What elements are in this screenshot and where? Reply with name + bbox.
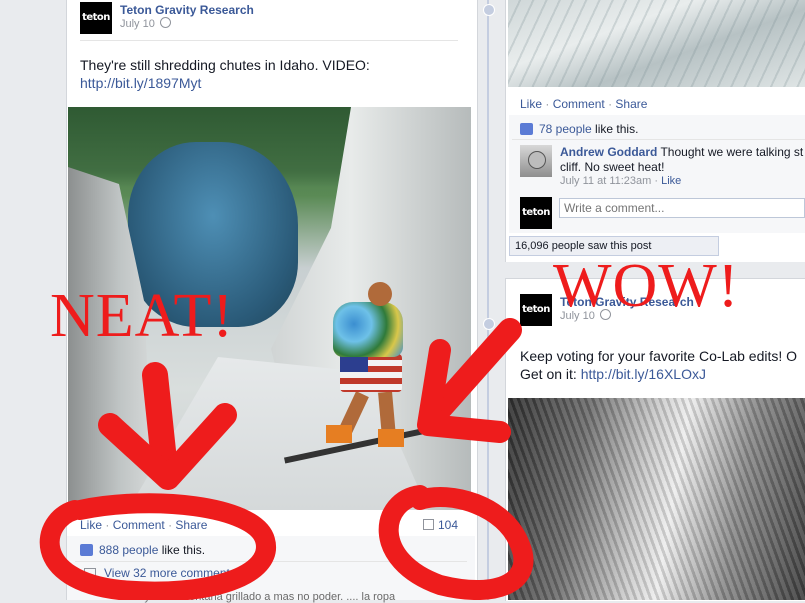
separator-dot: · [545,97,550,111]
post-text-line: Keep voting for your favorite Co-Lab edi… [520,348,798,364]
post-link[interactable]: http://bit.ly/16XLOxJ [581,366,706,382]
comment-button[interactable]: Comment [113,518,165,532]
commenter-avatar[interactable] [520,145,552,177]
like-button[interactable]: Like [520,97,542,111]
photo-skier-shirt [333,302,403,357]
ufi-divider [512,139,805,140]
timeline-dot [483,318,495,330]
comment-body: Andrew Goddard Thought we were talking s… [560,145,805,175]
comment-like-link[interactable]: Like [661,175,681,187]
comment-timestamp[interactable]: July 11 at 11:23am [560,175,651,187]
likes-count-link[interactable]: 78 people [539,122,592,136]
comment-author-link[interactable]: Andrew Goddard [560,145,657,159]
likes-row: 78 people like this. [520,122,638,136]
photo-skier-boot [326,425,352,443]
header-divider [80,40,458,41]
likes-suffix: like this. [158,543,206,557]
timeline-spine [487,0,489,600]
separator-dot: · [105,518,110,532]
comment-count[interactable]: 104 [423,518,458,532]
globe-icon [159,17,171,28]
separator-dot: · [168,518,173,532]
post-text: Keep voting for your favorite Co-Lab edi… [520,347,797,383]
annotation-wow: WOW! [553,252,740,320]
comment-count-text[interactable]: 104 [438,518,458,532]
comment-button[interactable]: Comment [553,97,605,111]
view-more-text[interactable]: View 32 more comments [104,566,236,580]
post-link[interactable]: http://bit.ly/1897Myt [80,75,201,91]
comment-meta: July 11 at 11:23am · Like [560,175,682,187]
comment-text: cliff. No sweet heat! [560,160,665,174]
photo-skier-head [368,282,392,306]
page-name-link[interactable]: Teton Gravity Research [120,3,254,17]
partial-comment: Marky de la montaña grillado a mas no po… [120,591,395,603]
likes-count-link[interactable]: 888 people [99,543,158,557]
post-actions: Like · Comment · Share [80,518,207,532]
share-button[interactable]: Share [175,518,207,532]
thumbs-up-icon [520,123,533,135]
post-photo[interactable] [508,0,805,87]
post-text-line: They're still shredding chutes in Idaho.… [80,57,370,73]
separator-dot: · [608,97,613,111]
photo-skier-shorts [340,354,402,392]
post-text-prefix: Get on it: [520,366,581,382]
partial-comment-text: Marky de la montaña grillado a mas no po… [120,591,396,603]
comment-text: Thought we were talking st [660,145,804,159]
like-button[interactable]: Like [80,518,102,532]
commenter-face [528,151,546,169]
timeline-dot [483,4,495,16]
post-actions: Like · Comment · Share [520,97,647,111]
post-date-text[interactable]: July 10 [120,18,155,30]
likes-suffix: like this. [591,122,639,136]
post-photo[interactable] [508,398,805,600]
thumbs-up-icon [80,544,93,556]
ufi-divider [75,561,467,562]
view-more-comments[interactable]: View 32 more comments [84,566,236,580]
post-text: They're still shredding chutes in Idaho.… [80,56,370,92]
share-button[interactable]: Share [615,97,647,111]
likes-row: 888 people like this. [80,543,205,557]
comment-icon [423,519,434,530]
comment-input[interactable] [559,198,805,218]
annotation-neat: NEAT! [50,282,235,350]
post-date[interactable]: July 10 [120,17,171,30]
seen-count-text: 16,096 people saw this post [515,240,652,252]
page-avatar[interactable]: teton [80,2,112,34]
current-user-avatar: teton [520,197,552,229]
photo-skier-boot [378,429,404,447]
comment-bubble-icon [84,568,96,578]
page-avatar[interactable]: teton [520,294,552,326]
